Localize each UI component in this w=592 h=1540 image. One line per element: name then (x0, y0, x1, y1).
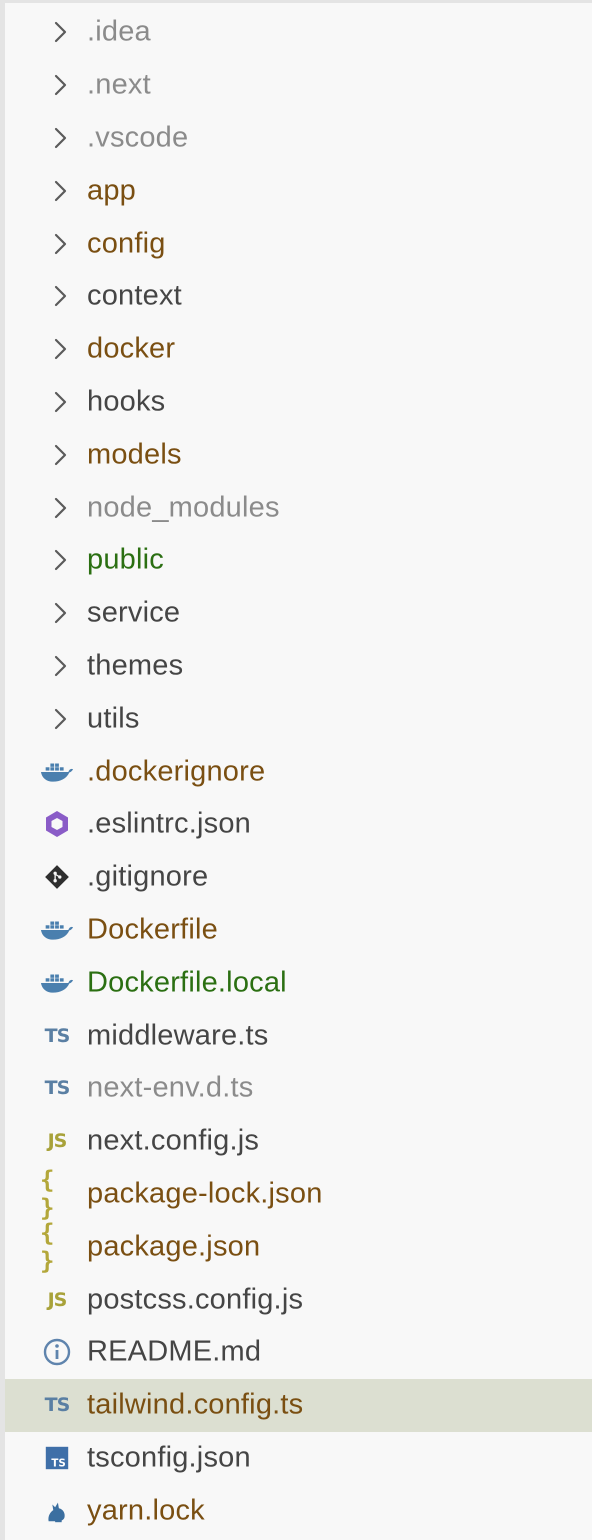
file-item-dockerfile-local[interactable]: Dockerfile.local (5, 956, 592, 1009)
folder-item-models[interactable]: models (5, 428, 592, 481)
item-label: models (87, 438, 182, 471)
yarn-icon (40, 1496, 74, 1526)
file-item-middleware-ts[interactable]: TS middleware.ts (5, 1009, 592, 1062)
folder-item-docker[interactable]: docker (5, 323, 592, 376)
tsconfig-icon: TS (40, 1443, 74, 1473)
item-label: Dockerfile (87, 913, 218, 946)
item-label: config (87, 227, 166, 260)
chevron-right-icon[interactable] (51, 20, 69, 44)
folder-item-themes[interactable]: themes (5, 640, 592, 693)
folder-item-node-modules[interactable]: node_modules (5, 481, 592, 534)
folder-item-utils[interactable]: utils (5, 692, 592, 745)
docker-icon (40, 915, 74, 945)
file-item-next-config-js[interactable]: JS next.config.js (5, 1115, 592, 1168)
chevron-right-icon[interactable] (51, 707, 69, 731)
chevron-right-icon[interactable] (51, 126, 69, 150)
chevron-right-icon[interactable] (51, 73, 69, 97)
item-label: Dockerfile.local (87, 966, 287, 999)
item-label: .gitignore (87, 860, 209, 893)
chevron-right-icon[interactable] (51, 284, 69, 308)
file-item-tailwind-config-ts[interactable]: TS tailwind.config.ts (5, 1378, 592, 1432)
file-item-dockerignore[interactable]: .dockerignore (5, 745, 592, 798)
item-label: middleware.ts (87, 1019, 269, 1052)
item-label: .next (87, 68, 151, 101)
docker-icon (40, 968, 74, 998)
chevron-right-icon[interactable] (51, 654, 69, 678)
typescript-icon: TS (44, 1077, 71, 1100)
typescript-icon: TS (44, 1394, 71, 1417)
chevron-right-icon[interactable] (51, 179, 69, 203)
file-item-package-json[interactable]: { } package.json (5, 1218, 592, 1275)
chevron-right-icon[interactable] (51, 232, 69, 256)
json-icon: { } (40, 1218, 56, 1275)
file-item-yarn-lock[interactable]: yarn.lock (5, 1484, 592, 1537)
file-item-readme-md[interactable]: README.md (5, 1326, 592, 1379)
file-tree: .idea .next .vscode app config context docker h… (5, 6, 592, 1537)
docker-icon (40, 757, 74, 787)
item-label: .idea (87, 15, 151, 48)
folder-item-public[interactable]: public (5, 534, 592, 587)
folder-item-vscode[interactable]: .vscode (5, 112, 592, 165)
typescript-icon: TS (44, 1024, 71, 1047)
json-icon: { } (40, 1165, 56, 1222)
folder-item-idea[interactable]: .idea (5, 6, 592, 59)
file-item-eslintrc-json[interactable]: .eslintrc.json (5, 798, 592, 851)
item-label: package-lock.json (87, 1177, 323, 1210)
item-label: hooks (87, 385, 166, 418)
item-label: .vscode (87, 121, 189, 154)
chevron-right-icon[interactable] (51, 443, 69, 467)
folder-item-next[interactable]: .next (5, 59, 592, 112)
item-label: next-env.d.ts (87, 1071, 254, 1104)
item-label: app (87, 174, 136, 207)
item-label: package.json (87, 1230, 261, 1263)
git-icon (40, 862, 74, 892)
svg-text:TS: TS (51, 1457, 65, 1469)
item-label: README.md (87, 1335, 262, 1368)
file-item-package-lock-json[interactable]: { } package-lock.json (5, 1165, 592, 1222)
javascript-icon: JS (47, 1130, 68, 1153)
item-label: postcss.config.js (87, 1283, 304, 1316)
file-item-next-env-d-ts[interactable]: TS next-env.d.ts (5, 1062, 592, 1115)
file-item-dockerfile[interactable]: Dockerfile (5, 904, 592, 957)
item-label: themes (87, 649, 184, 682)
file-item-gitignore[interactable]: .gitignore (5, 851, 592, 904)
folder-item-context[interactable]: context (5, 270, 592, 323)
eslint-icon (40, 809, 74, 839)
item-label: tsconfig.json (87, 1441, 251, 1474)
javascript-icon: JS (47, 1288, 68, 1311)
folder-item-hooks[interactable]: hooks (5, 376, 592, 429)
item-label: node_modules (87, 491, 280, 524)
chevron-right-icon[interactable] (51, 496, 69, 520)
folder-item-app[interactable]: app (5, 164, 592, 217)
file-explorer-panel: .idea .next .vscode app config context docker h… (5, 3, 592, 1540)
item-label: yarn.lock (87, 1494, 205, 1527)
item-label: .dockerignore (87, 755, 266, 788)
item-label: docker (87, 332, 176, 365)
item-label: tailwind.config.ts (87, 1388, 304, 1421)
chevron-right-icon[interactable] (51, 390, 69, 414)
chevron-right-icon[interactable] (51, 548, 69, 572)
item-label: .eslintrc.json (87, 807, 251, 840)
item-label: context (87, 279, 182, 312)
file-item-postcss-config-js[interactable]: JS postcss.config.js (5, 1273, 592, 1326)
item-label: utils (87, 702, 140, 735)
chevron-right-icon[interactable] (51, 601, 69, 625)
chevron-right-icon[interactable] (51, 337, 69, 361)
folder-item-service[interactable]: service (5, 587, 592, 640)
file-item-tsconfig-json[interactable]: TS tsconfig.json (5, 1432, 592, 1485)
folder-item-config[interactable]: config (5, 217, 592, 270)
item-label: next.config.js (87, 1124, 260, 1157)
item-label: service (87, 596, 181, 629)
item-label: public (87, 543, 164, 576)
info-icon (40, 1337, 74, 1367)
